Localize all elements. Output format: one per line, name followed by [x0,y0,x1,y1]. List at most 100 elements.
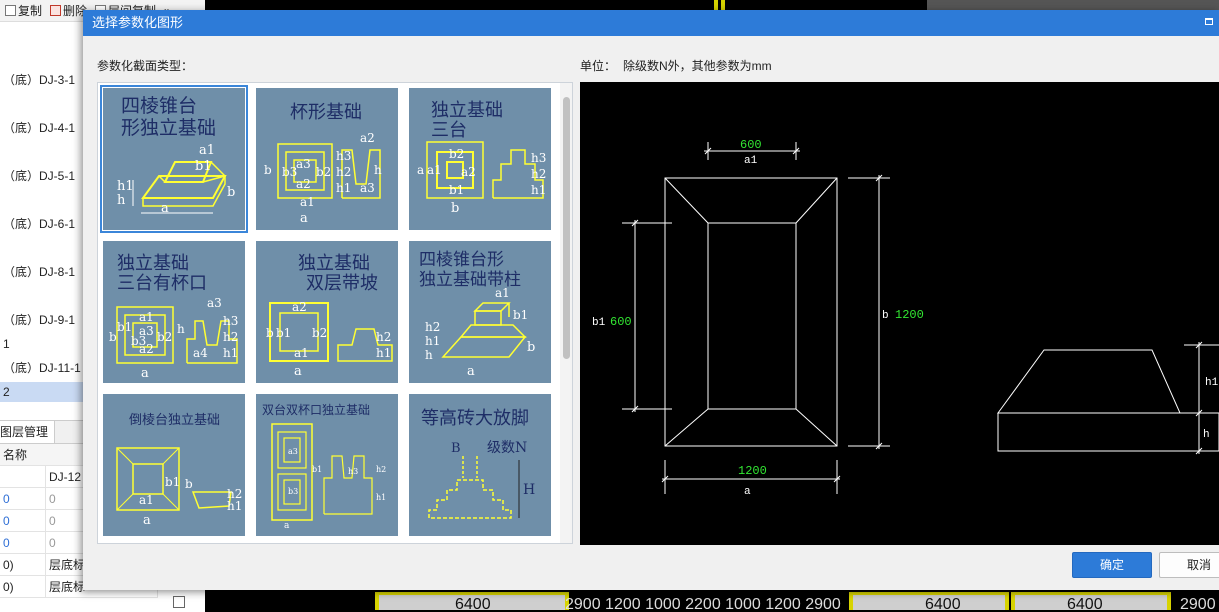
svg-text:a2: a2 [461,165,476,179]
svg-text:b1: b1 [117,320,132,334]
delete-icon [50,5,62,16]
cancel-button[interactable]: 取消 [1159,552,1219,578]
svg-text:a3: a3 [360,181,375,195]
double-slope-illustration: 独立基础 双层带坡 a2 b b1 b2 a1 a h2 h1 [266,253,393,379]
svg-text:h2: h2 [223,330,238,344]
copy-icon [5,5,16,16]
shape-thumb-three-tier-cup[interactable]: 独立基础 三台有杯口 a3 h3 h2 h1 a4 h a1 a3 a2 b1 … [103,241,245,383]
svg-text:b2: b2 [316,165,331,179]
table-cell: 0) [0,576,46,598]
dimension-label: 2900 1200 1000 2200 1000 1200 2900 [565,596,841,612]
svg-text:a1: a1 [294,346,309,360]
dim-b-label: b [882,310,889,322]
svg-text:a2: a2 [360,131,375,145]
dim-b1-label: b1 [592,317,606,329]
shape-gallery: 四棱锥台 形独立基础 a a1 b1 h1 h b 杯形基础 b b3 a3 a… [97,82,573,544]
svg-text:独立基础: 独立基础 [117,253,189,274]
svg-text:b: b [109,330,117,344]
shape-thumb-double-slope[interactable]: 独立基础 双层带坡 a2 b b1 b2 a1 a h2 h1 [256,241,398,383]
shape-thumb-pyramid-frustum[interactable]: 四棱锥台 形独立基础 a a1 b1 h1 h b [100,85,248,233]
svg-text:h2: h2 [376,330,391,344]
gallery-scrollbar[interactable] [560,83,572,543]
maximize-icon[interactable] [1205,18,1213,25]
tab-layer-management[interactable]: 图层管理 [0,421,56,443]
svg-text:a: a [141,366,149,381]
svg-text:三台有杯口: 三台有杯口 [117,273,207,294]
svg-text:h2: h2 [425,320,440,334]
svg-text:h2: h2 [531,167,546,181]
svg-text:b2: b2 [312,326,327,340]
shape-thumb-three-tier[interactable]: 独立基础 三台 a a1 b2 a2 b1 b h3 h2 h1 [409,88,551,230]
brick-footing-illustration: 等高砖大放脚 B 级数N H [421,408,535,519]
svg-text:倒棱台独立基础: 倒棱台独立基础 [129,412,220,428]
svg-text:h1: h1 [336,181,351,195]
svg-text:a1: a1 [139,493,154,507]
copy-button[interactable]: 复制 [2,2,45,19]
dim-h-label: h [1203,429,1210,441]
svg-text:a: a [294,364,302,379]
svg-text:b2: b2 [157,330,172,344]
svg-text:b1: b1 [312,465,322,474]
svg-text:b: b [527,340,535,355]
svg-text:h1: h1 [223,346,238,360]
svg-text:b: b [266,326,274,340]
svg-text:B: B [451,441,461,456]
svg-text:b1: b1 [449,183,464,197]
ok-button[interactable]: 确定 [1072,552,1152,578]
svg-text:a: a [417,163,424,177]
dim-b1-value: 600 [610,315,632,329]
svg-text:h1: h1 [376,493,386,502]
shape-thumb-brick-footing[interactable]: 等高砖大放脚 B 级数N H [409,394,551,536]
svg-text:b1: b1 [165,475,180,489]
svg-text:a: a [467,364,475,379]
svg-text:a2: a2 [296,177,311,191]
canvas-top-strip [205,0,1219,10]
dialog-title: 选择参数化图形 [92,15,184,30]
svg-text:h: h [425,348,433,362]
svg-text:a3: a3 [207,296,222,310]
svg-text:a3: a3 [288,447,298,456]
svg-text:h: h [177,322,185,336]
svg-text:三台: 三台 [431,120,467,141]
svg-text:h1: h1 [376,346,391,360]
inverted-frustum-illustration: 倒棱台独立基础 b1 b a1 a h2 h1 [116,412,242,528]
svg-text:等高砖大放脚: 等高砖大放脚 [421,408,529,429]
dim-h1-label: h1 [1205,377,1219,389]
canvas-region [927,0,1219,10]
shape-thumb-double-cup[interactable]: 双台双杯口独立基础 a3 b3 b1 a h3 h2 h1 [256,394,398,536]
pyramid-frustum-illustration: 四棱锥台 形独立基础 a a1 b1 h1 h b [117,95,235,216]
dim-b-value: 1200 [895,308,924,322]
svg-text:h1: h1 [227,499,242,513]
svg-text:a1: a1 [300,195,315,209]
svg-text:b2: b2 [449,147,464,161]
dim-a1-label: a1 [744,155,758,167]
shape-thumb-frustum-with-column[interactable]: 四棱锥台形 独立基础带柱 a1 b1 h2 h1 h b a [409,241,551,383]
svg-text:a: a [161,201,169,216]
double-cup-illustration: 双台双杯口独立基础 a3 b3 b1 a h3 h2 h1 [262,402,386,531]
dimension-label: 6400 [1067,596,1103,612]
svg-text:b1: b1 [276,326,291,340]
shape-thumb-inverted-frustum[interactable]: 倒棱台独立基础 b1 b a1 a h2 h1 [103,394,245,536]
dimension-label: 2900 [1180,596,1216,612]
three-tier-illustration: 独立基础 三台 a a1 b2 a2 b1 b h3 h2 h1 [417,100,546,216]
svg-text:a1: a1 [199,143,215,158]
svg-text:b3: b3 [131,334,146,348]
gallery-scroll-thumb[interactable] [563,97,570,359]
svg-text:b1: b1 [195,159,212,174]
table-cell: 0 [0,532,46,554]
section-type-label: 参数化截面类型： [97,59,194,73]
svg-text:b3: b3 [288,487,298,496]
svg-text:h: h [374,163,382,177]
dim-a-label: a [744,486,751,498]
cup-foundation-illustration: 杯形基础 b b3 a3 a2 b2 a1 a a2 h3 h2 h1 a3 h [264,102,382,226]
svg-text:b1: b1 [513,308,528,322]
shape-thumb-cup-foundation[interactable]: 杯形基础 b b3 a3 a2 b2 a1 a a2 h3 h2 h1 a3 h [256,88,398,230]
layer-checkbox[interactable] [173,596,185,608]
dialog-title-bar[interactable]: 选择参数化图形 [83,10,1219,36]
svg-text:b: b [451,201,459,216]
svg-text:双台双杯口独立基础: 双台双杯口独立基础 [262,402,370,417]
table-cell: 0) [0,554,46,576]
table-cell [0,466,46,488]
svg-text:h1: h1 [425,334,440,348]
dimension-label: 6400 [455,596,491,612]
